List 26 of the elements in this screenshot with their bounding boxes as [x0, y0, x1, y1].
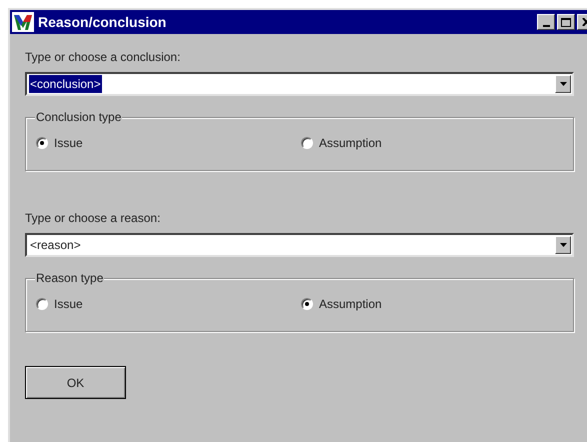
- minimize-button[interactable]: [537, 14, 555, 30]
- combo-box[interactable]: <conclusion>: [25, 72, 574, 96]
- app-logo-icon: [12, 12, 34, 32]
- combo-value: <conclusion>: [29, 75, 102, 93]
- dropdown-button[interactable]: [555, 236, 571, 254]
- radio-button[interactable]: [301, 137, 313, 149]
- minimize-icon: [542, 25, 550, 27]
- dropdown-button[interactable]: [555, 75, 571, 93]
- radio-button[interactable]: [36, 137, 48, 149]
- field-label: Type or choose a reason:: [25, 210, 162, 225]
- maximize-button[interactable]: [557, 14, 575, 30]
- caret-icon: [560, 243, 566, 247]
- radio-button[interactable]: [36, 298, 48, 310]
- combo-box[interactable]: <reason>: [25, 233, 574, 257]
- maximize-icon: [561, 18, 571, 26]
- ok-button[interactable]: OK: [25, 366, 126, 399]
- caret-icon: [560, 82, 566, 86]
- combo-value: <reason>: [29, 237, 82, 254]
- window-title: Reason/conclusion: [38, 12, 168, 32]
- field-label: Type or choose a conclusion:: [25, 49, 182, 64]
- radio-label: Assumption: [319, 296, 382, 313]
- radio-label: Assumption: [319, 135, 382, 152]
- radio-button[interactable]: [301, 298, 313, 310]
- radio-label: Issue: [54, 135, 83, 152]
- group-title: Conclusion type: [35, 109, 122, 125]
- radio-label: Issue: [54, 296, 83, 313]
